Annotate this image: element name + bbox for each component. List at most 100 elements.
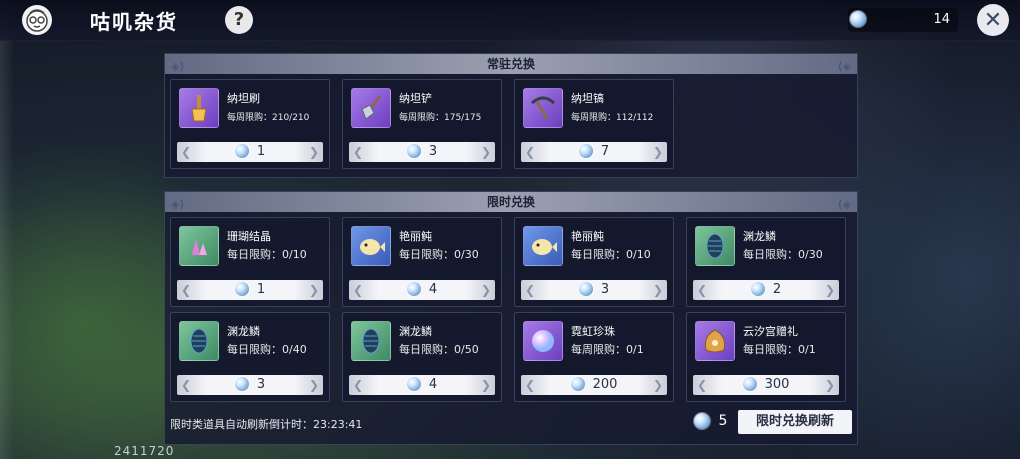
chevron-right-icon: ❯ [824, 378, 835, 392]
item-price: 1 [256, 282, 266, 297]
item-limit: 每日限购：0/10 [571, 248, 651, 261]
chevron-right-icon: ❯ [824, 283, 835, 297]
shovel-icon [351, 88, 391, 128]
player-uid: 2411720 [114, 444, 175, 458]
item-price: 3 [256, 377, 266, 392]
buy-button[interactable]: ❮ 1 ❯ [177, 280, 323, 300]
buy-button[interactable]: ❮ 2 ❯ [693, 280, 839, 300]
shop-item-card[interactable]: 纳坦刷 每周限购：210/210 ❮ 1 ❯ [170, 79, 330, 169]
chevron-right-icon: ❯ [480, 145, 491, 159]
gem-currency-icon [570, 376, 585, 391]
item-name: 艳丽鲀 [399, 230, 432, 243]
item-name: 渊龙鳞 [399, 325, 432, 338]
currency-amount: 14 [933, 12, 950, 27]
item-limit: 每日限购：0/1 [743, 343, 816, 356]
gem-currency-icon [406, 143, 421, 158]
shell-gift-icon [695, 321, 735, 361]
buy-button[interactable]: ❮ 3 ❯ [349, 142, 495, 162]
neon-pearl-icon [523, 321, 563, 361]
item-name: 纳坦铲 [399, 92, 432, 105]
shop-item-card[interactable]: 艳丽鲀 每日限购：0/10 ❮ 3 ❯ [514, 217, 674, 307]
shop-item-card[interactable]: 渊龙鳞 每日限购：0/50 ❮ 4 ❯ [342, 312, 502, 402]
gem-currency-icon [406, 376, 421, 391]
item-price: 4 [428, 282, 438, 297]
gem-currency-icon [578, 281, 593, 296]
gem-currency-icon [694, 413, 710, 429]
buy-button[interactable]: ❮ 300 ❯ [693, 375, 839, 395]
shop-item-card[interactable]: 霓虹珍珠 每周限购：0/1 ❮ 200 ❯ [514, 312, 674, 402]
chevron-left-icon: ❮ [525, 378, 536, 392]
chevron-left-icon: ❮ [353, 145, 364, 159]
gem-currency-icon [578, 143, 593, 158]
chevron-left-icon: ❮ [353, 378, 364, 392]
permanent-exchange-header: ◈⟩ 常驻兑换 ⟨◈ [165, 54, 857, 74]
help-button[interactable]: ? [225, 6, 253, 34]
chevron-right-icon: ❯ [480, 283, 491, 297]
chevron-left-icon: ❮ [697, 283, 708, 297]
buy-button[interactable]: ❮ 200 ❯ [521, 375, 667, 395]
item-name: 纳坦刷 [227, 92, 260, 105]
limited-exchange-title: 限时兑换 [486, 195, 535, 209]
shop-item-card[interactable]: 渊龙鳞 每日限购：0/40 ❮ 3 ❯ [170, 312, 330, 402]
item-price: 3 [428, 144, 438, 159]
coral-crystal-icon [179, 226, 219, 266]
chevron-right-icon: ❯ [652, 283, 663, 297]
brush-icon [179, 88, 219, 128]
ornament-right-icon: ⟨◈ [837, 60, 852, 73]
shop-item-card[interactable]: 纳坦镐 每周限购：112/112 ❮ 7 ❯ [514, 79, 674, 169]
item-limit: 每周限购：210/210 [227, 113, 310, 123]
item-limit: 每周限购：0/1 [571, 343, 644, 356]
shop-item-card[interactable]: 珊瑚结晶 每日限购：0/10 ❮ 1 ❯ [170, 217, 330, 307]
item-price: 3 [600, 282, 610, 297]
chevron-right-icon: ❯ [652, 145, 663, 159]
page-title: 咕叽杂货 [90, 10, 178, 34]
item-limit: 每周限购：112/112 [571, 113, 654, 123]
dragon-scale-icon [695, 226, 735, 266]
refresh-limited-button[interactable]: 限时兑换刷新 [738, 410, 852, 434]
buy-button[interactable]: ❮ 3 ❯ [177, 375, 323, 395]
pufferfish-icon [351, 226, 391, 266]
dragon-scale-icon [351, 321, 391, 361]
shop-item-card[interactable]: 艳丽鲀 每日限购：0/30 ❮ 4 ❯ [342, 217, 502, 307]
shop-item-card[interactable]: 渊龙鳞 每日限购：0/30 ❮ 2 ❯ [686, 217, 846, 307]
item-price: 2 [772, 282, 782, 297]
top-bar: 咕叽杂货 ? 14 ✕ [0, 0, 1020, 41]
gem-currency-icon [850, 11, 866, 27]
shop-item-card[interactable]: 纳坦铲 每周限购：175/175 ❮ 3 ❯ [342, 79, 502, 169]
item-limit: 每日限购：0/10 [227, 248, 307, 261]
item-name: 云汐宫赠礼 [743, 325, 798, 338]
item-name: 珊瑚结晶 [227, 230, 271, 243]
buy-button[interactable]: ❮ 4 ❯ [349, 280, 495, 300]
shop-item-card[interactable]: 云汐宫赠礼 每日限购：0/1 ❮ 300 ❯ [686, 312, 846, 402]
item-name: 纳坦镐 [571, 92, 604, 105]
gem-currency-icon [406, 281, 421, 296]
item-price: 200 [592, 377, 618, 392]
pufferfish-icon [523, 226, 563, 266]
item-name: 艳丽鲀 [571, 230, 604, 243]
refresh-countdown: 限时类道具自动刷新倒计时：23:23:41 [170, 418, 363, 431]
item-price: 300 [764, 377, 790, 392]
permanent-exchange-title: 常驻兑换 [486, 57, 535, 71]
chevron-right-icon: ❯ [652, 378, 663, 392]
refresh-cost: 5 [694, 413, 727, 429]
buy-button[interactable]: ❮ 1 ❯ [177, 142, 323, 162]
ornament-left-icon: ◈⟩ [171, 198, 185, 211]
gem-currency-icon [234, 143, 249, 158]
close-button[interactable]: ✕ [977, 4, 1009, 36]
chevron-right-icon: ❯ [308, 145, 319, 159]
buy-button[interactable]: ❮ 3 ❯ [521, 280, 667, 300]
buy-button[interactable]: ❮ 7 ❯ [521, 142, 667, 162]
item-limit: 每日限购：0/30 [743, 248, 823, 261]
gem-currency-icon [742, 376, 757, 391]
item-limit: 每周限购：175/175 [399, 113, 482, 123]
chevron-left-icon: ❮ [181, 378, 192, 392]
gem-currency-icon [750, 281, 765, 296]
gem-currency-icon [234, 376, 249, 391]
item-limit: 每日限购：0/30 [399, 248, 479, 261]
chevron-right-icon: ❯ [308, 378, 319, 392]
item-price: 4 [428, 377, 438, 392]
item-limit: 每日限购：0/40 [227, 343, 307, 356]
buy-button[interactable]: ❮ 4 ❯ [349, 375, 495, 395]
ornament-right-icon: ⟨◈ [837, 198, 852, 211]
chevron-left-icon: ❮ [181, 283, 192, 297]
